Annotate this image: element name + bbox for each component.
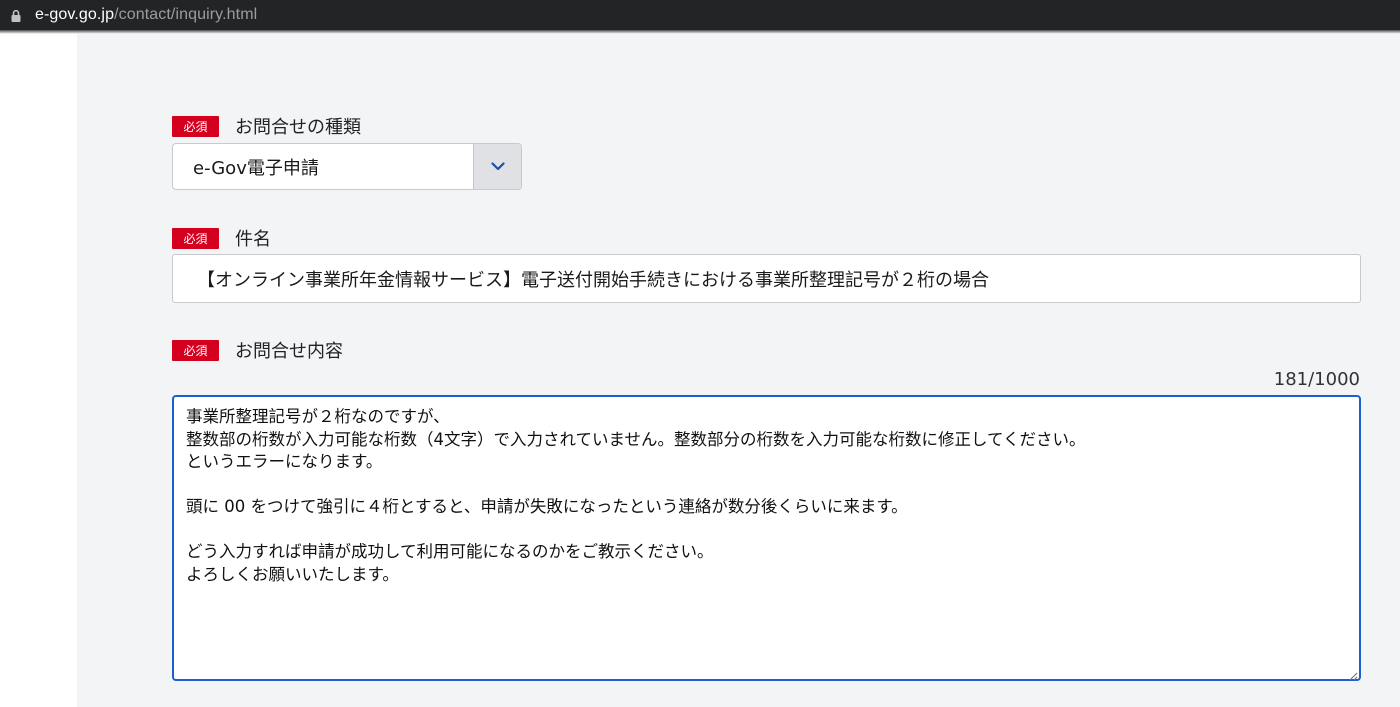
resize-grip-icon[interactable] [1346,666,1358,681]
required-badge: 必須 [172,227,219,249]
content-label: お問合せ内容 [235,341,343,362]
inquiry-type-label-row: 必須 お問合せの種類 [172,113,361,139]
character-counter: 181/1000 [1273,369,1360,390]
required-badge: 必須 [172,115,219,137]
inquiry-type-label: お問合せの種類 [235,117,361,138]
subject-label-row: 必須 件名 [172,225,271,251]
inquiry-type-dropdown-button[interactable] [473,144,521,189]
content-label-row: 必須 お問合せ内容 [172,337,343,363]
content-textarea[interactable]: 事業所整理記号が２桁なのですが、 整数部の桁数が入力可能な桁数（4文字）で入力さ… [172,395,1361,681]
browser-address-bar[interactable]: e-gov.go.jp/contact/inquiry.html [0,0,1400,30]
browser-url[interactable]: e-gov.go.jp/contact/inquiry.html [35,6,257,24]
inquiry-type-select[interactable]: e-Gov電子申請 [172,143,522,190]
chevron-down-icon [490,162,505,171]
lock-icon [9,8,23,22]
url-path: /contact/inquiry.html [114,6,258,23]
inquiry-type-selected-value: e-Gov電子申請 [193,157,319,179]
subject-label: 件名 [235,229,271,250]
url-host: e-gov.go.jp [35,6,115,23]
subject-input[interactable]: 【オンライン事業所年金情報サービス】電子送付開始手続きにおける事業所整理記号が２… [172,254,1361,303]
required-badge: 必須 [172,339,219,361]
